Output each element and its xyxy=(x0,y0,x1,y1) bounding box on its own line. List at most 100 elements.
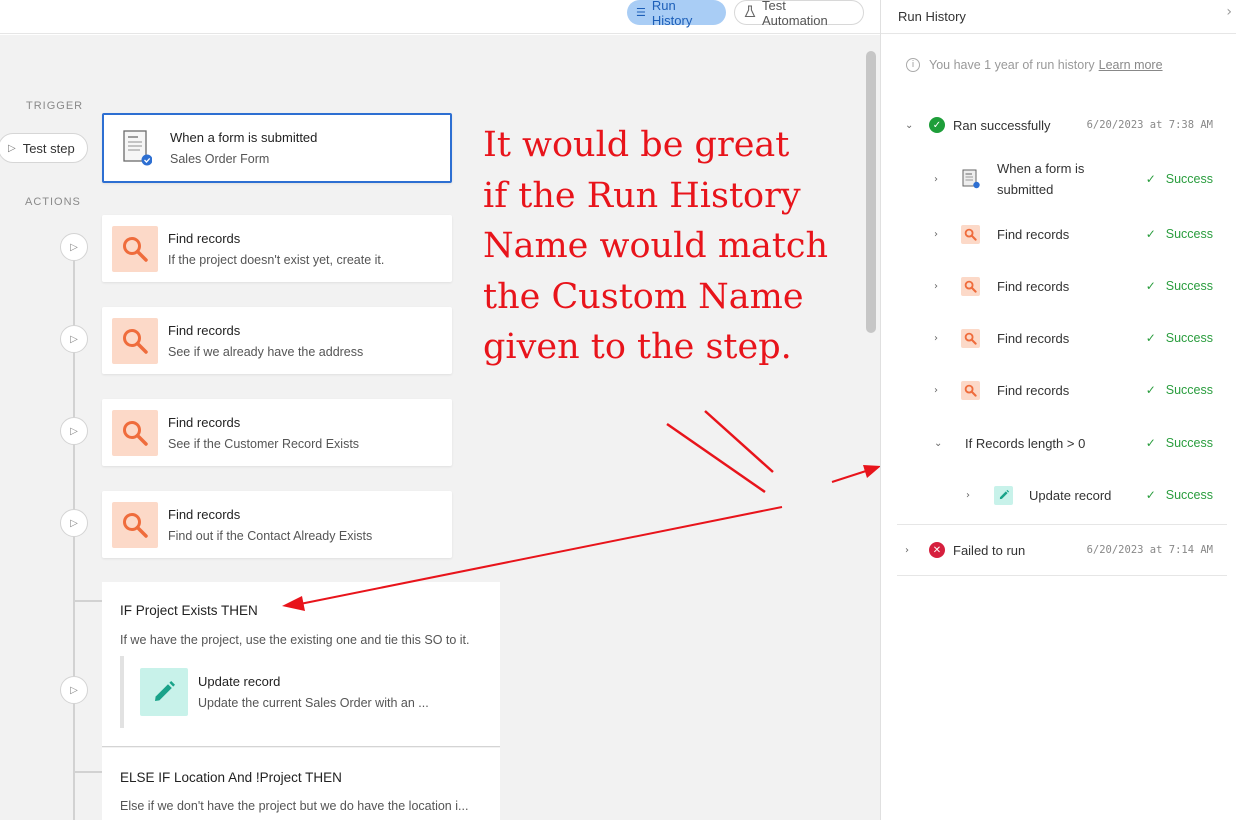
trigger-card-subtitle: Sales Order Form xyxy=(170,152,270,166)
search-icon xyxy=(961,276,980,296)
run-step-button[interactable]: ▷ xyxy=(60,676,88,704)
run-step-status: ✓ Success xyxy=(1146,279,1213,293)
annotation-line: if the Run History xyxy=(483,175,801,216)
annotation-line: given to the step. xyxy=(483,327,792,367)
info-icon: i xyxy=(906,58,920,72)
nested-action-title: Update record xyxy=(198,674,281,689)
chevron-right-icon[interactable]: › xyxy=(934,333,938,344)
action-card-subtitle: See if the Customer Record Exists xyxy=(168,436,360,451)
action-card[interactable]: Find records If the project doesn't exis… xyxy=(102,215,452,282)
run-divider xyxy=(897,575,1227,576)
run-step-row[interactable]: ⌄ If Records length > 0 ✓ Success xyxy=(881,432,1236,454)
search-icon xyxy=(112,409,158,456)
run-step-row[interactable]: › Update record ✓ Success xyxy=(881,484,1236,506)
timeline-connector xyxy=(74,600,102,602)
play-icon: ▷ xyxy=(70,684,78,696)
canvas-scrollbar[interactable] xyxy=(866,51,876,333)
run-step-status: ✓ Success xyxy=(1146,436,1213,450)
learn-more-link[interactable]: Learn more xyxy=(1099,58,1163,72)
test-step-button[interactable]: ▷ Test step xyxy=(0,133,88,163)
run-status-label: Ran successfully xyxy=(953,117,1051,133)
action-card[interactable]: Find records See if we already have the … xyxy=(102,307,452,374)
run-step-label: Find records xyxy=(997,226,1070,242)
run-divider xyxy=(897,524,1227,525)
run-step-row[interactable]: › Find records ✓ Success xyxy=(881,275,1236,297)
action-card-title: Find records xyxy=(168,230,241,246)
retention-info-text: You have 1 year of run history xyxy=(929,58,1095,72)
run-step-row[interactable]: › When a form is submitted ✓ Success xyxy=(881,158,1236,200)
run-step-status: ✓ Success xyxy=(1146,383,1213,397)
search-icon xyxy=(961,328,980,348)
success-status-icon: ✓ xyxy=(929,117,945,133)
chevron-right-icon[interactable]: › xyxy=(966,490,970,501)
trigger-card[interactable]: When a form is submitted Sales Order For… xyxy=(102,113,452,183)
play-icon: ▷ xyxy=(70,241,78,253)
annotation-line: Name would match xyxy=(483,226,829,266)
test-automation-button[interactable]: Test Automation xyxy=(734,0,864,28)
run-step-status-text: Success xyxy=(1165,172,1213,186)
run-history-label: Run History xyxy=(651,0,693,28)
run-step-row[interactable]: › Find records ✓ Success xyxy=(881,379,1236,401)
pencil-icon xyxy=(140,668,188,716)
pencil-icon xyxy=(994,485,1013,505)
retention-info: i You have 1 year of run history Learn m… xyxy=(906,58,1163,72)
run-step-button[interactable]: ▷ xyxy=(60,417,88,445)
chevron-down-icon[interactable]: ⌄ xyxy=(934,438,942,449)
chevron-right-icon[interactable]: › xyxy=(934,281,938,292)
trigger-card-title: When a form is submitted xyxy=(170,130,318,145)
chevron-right-icon[interactable]: › xyxy=(905,545,909,556)
run-step-label: Find records xyxy=(997,278,1070,294)
run-step-status-text: Success xyxy=(1165,436,1213,450)
check-icon: ✓ xyxy=(1145,488,1156,502)
if-block[interactable]: IF Project Exists THEN If we have the pr… xyxy=(102,582,500,747)
search-icon xyxy=(112,225,158,272)
run-step-label: When a form is submitted xyxy=(997,161,1085,197)
run-step-label: Update record xyxy=(1029,487,1112,503)
annotation-line: It would be great xyxy=(483,125,790,165)
chevron-down-icon[interactable]: ⌄ xyxy=(905,120,913,131)
run-timestamp: 6/20/2023 at 7:38 AM xyxy=(1086,119,1213,131)
run-step-status-text: Success xyxy=(1165,279,1213,293)
search-icon xyxy=(112,317,158,364)
nested-action-card[interactable]: Update record Update the current Sales O… xyxy=(120,656,480,728)
check-icon: ✓ xyxy=(1145,227,1156,241)
run-history-button[interactable]: ☰ Run History xyxy=(627,0,726,28)
action-card[interactable]: Find records See if the Customer Record … xyxy=(102,399,452,466)
panel-header: Run History › xyxy=(881,0,1236,34)
run-entry-failed[interactable]: › ✕ Failed to run 6/20/2023 at 7:14 AM xyxy=(881,537,1236,563)
check-icon: ✓ xyxy=(1145,383,1156,397)
action-card-subtitle: See if we already have the address xyxy=(168,344,364,359)
run-step-status: ✓ Success xyxy=(1146,172,1213,186)
run-step-status-text: Success xyxy=(1165,383,1213,397)
run-step-button[interactable]: ▷ xyxy=(60,509,88,537)
chevron-right-icon[interactable]: › xyxy=(934,229,938,240)
else-if-block[interactable]: ELSE IF Location And !Project THEN Else … xyxy=(102,748,500,820)
run-step-button[interactable]: ▷ xyxy=(60,233,88,261)
action-card-subtitle: If the project doesn't exist yet, create… xyxy=(168,252,385,267)
run-step-label: Find records xyxy=(997,382,1070,398)
run-step-status-text: Success xyxy=(1165,227,1213,241)
action-card-subtitle: Find out if the Contact Already Exists xyxy=(168,528,373,543)
run-step-row[interactable]: › Find records ✓ Success xyxy=(881,327,1236,349)
chevron-right-icon[interactable]: › xyxy=(934,174,938,185)
play-icon: ▷ xyxy=(70,425,78,437)
run-entry-success[interactable]: ⌄ ✓ Ran successfully 6/20/2023 at 7:38 A… xyxy=(881,112,1236,138)
run-step-row[interactable]: › Find records ✓ Success xyxy=(881,223,1236,245)
chevron-right-icon[interactable]: › xyxy=(934,385,938,396)
run-step-button[interactable]: ▷ xyxy=(60,325,88,353)
run-step-status-text: Success xyxy=(1165,331,1213,345)
chevron-right-icon[interactable]: › xyxy=(1226,4,1232,20)
list-icon: ☰ xyxy=(636,6,646,19)
run-step-status: ✓ Success xyxy=(1146,331,1213,345)
else-if-block-description: Else if we don't have the project but we… xyxy=(120,799,469,813)
form-doc-icon xyxy=(114,125,160,171)
action-card-title: Find records xyxy=(168,506,241,522)
run-step-status: ✓ Success xyxy=(1146,488,1213,502)
run-step-label: If Records length > 0 xyxy=(965,435,1086,451)
trigger-section-label: TRIGGER xyxy=(26,100,84,112)
play-icon: ▷ xyxy=(8,142,16,154)
check-icon: ✓ xyxy=(1145,279,1156,293)
run-history-panel: Run History › i You have 1 year of run h… xyxy=(880,0,1236,820)
action-card[interactable]: Find records Find out if the Contact Alr… xyxy=(102,491,452,558)
run-step-status: ✓ Success xyxy=(1146,227,1213,241)
